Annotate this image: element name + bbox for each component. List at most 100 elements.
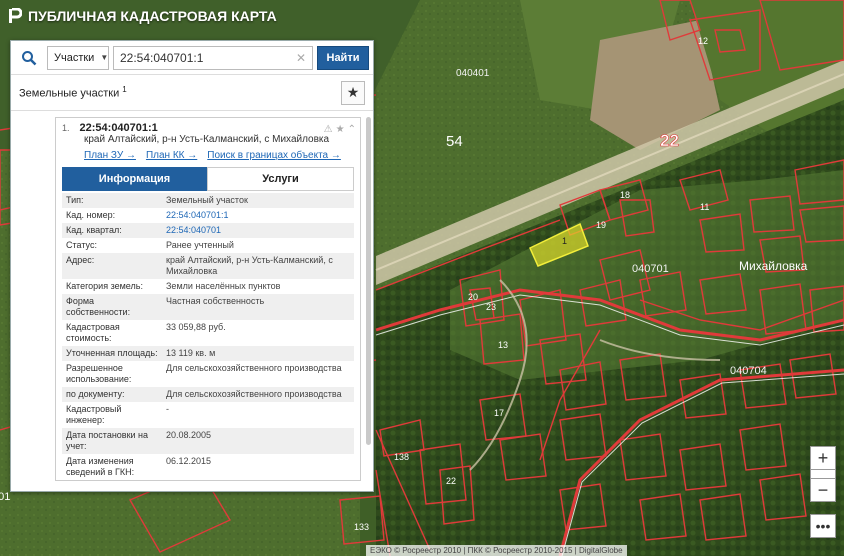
rosreestr-logo-icon (9, 8, 22, 23)
search-icon (22, 50, 37, 65)
attr-value: Для сельскохозяйственного производства (162, 387, 354, 402)
results-list: 1. 22:54:040701:1 ⚠ ★ ⌃ край Алтайский, … (11, 113, 373, 491)
result-address: край Алтайский, р-н Усть-Калманский, с М… (84, 134, 330, 145)
map-label-lot: 133 (354, 522, 369, 532)
attr-value: край Алтайский, р-н Усть-Калманский, с М… (162, 253, 354, 279)
result-actions: ⚠ ★ ⌃ (324, 124, 356, 135)
search-type-select[interactable]: Участки ▼ (47, 45, 109, 70)
chevron-down-icon: ▼ (100, 53, 109, 62)
zoom-out-button[interactable]: − (810, 478, 836, 502)
map-label-lot: 138 (394, 452, 409, 462)
attr-value: Частная собственность (162, 294, 354, 320)
app-header: ПУБЛИЧНАЯ КАДАСТРОВАЯ КАРТА (8, 8, 277, 24)
attr-key: по документу: (62, 387, 162, 402)
attr-key: Форма собственности: (62, 294, 162, 320)
attr-key: Статус: (66, 240, 97, 250)
plan-kk-link[interactable]: План КК → (146, 150, 197, 161)
find-button[interactable]: Найти (317, 45, 369, 70)
map-label-lot: 17 (494, 408, 504, 418)
result-tabs: Информация Услуги (62, 167, 354, 191)
star-icon[interactable]: ★ (336, 124, 345, 135)
table-row: Кад. номер: 22:54:040701:1 (62, 208, 354, 223)
attr-value: Для сельскохозяйственного производства (166, 363, 342, 373)
attr-value: Земельный участок (162, 193, 354, 208)
result-links: План ЗУ → План КК → Поиск в границах объ… (84, 150, 354, 161)
table-row: Уточненная площадь: 13 119 кв. м (62, 346, 354, 361)
tab-info[interactable]: Информация (62, 167, 207, 191)
attr-value: Ранее учтенный (166, 240, 234, 250)
table-row: Дата постановки на учет: 20.08.2005 (62, 428, 354, 454)
attr-value: Земли населённых пунктов (166, 281, 281, 291)
attr-key: Дата постановки на учет: (62, 428, 162, 454)
more-button[interactable]: ••• (810, 514, 836, 538)
table-row: Дата изменения сведений в ГКН: 06.12.2015 (62, 454, 354, 480)
attr-value: 33 059,88 руб. (166, 322, 226, 332)
attributes-table: Тип: Земельный участок Кад. номер: 22:54:0… (62, 193, 354, 480)
map-label-quarter: 040701 (632, 263, 669, 275)
warning-icon[interactable]: ⚠ (324, 124, 333, 135)
map-label-lot: 19 (596, 220, 606, 230)
table-row: по документу: Для сельскохозяйственного п… (62, 387, 354, 402)
tab-services[interactable]: Услуги (207, 167, 354, 191)
attr-value: 20.08.2005 (162, 428, 354, 454)
map-copyright: ЕЭКО © Росреестр 2010 | ПКК © Росреестр … (366, 545, 627, 556)
attr-value-link[interactable]: 22:54:040701 (162, 223, 354, 238)
table-row: Тип: Земельный участок (62, 193, 354, 208)
attr-key: Дата изменения сведений в ГКН: (66, 456, 135, 477)
attr-value: 06.12.2015 (166, 456, 212, 466)
chevron-up-icon[interactable]: ⌃ (348, 124, 356, 135)
map-label-lot: 11 (700, 202, 709, 212)
star-icon: ★ (346, 84, 360, 100)
zoom-control: + − (810, 446, 836, 502)
attr-value-link[interactable]: 22:54:040701:1 (162, 208, 354, 223)
search-in-bounds-link[interactable]: Поиск в границах объекта → (207, 150, 341, 161)
map-label-lot: 23 (486, 302, 496, 312)
search-toggle-button[interactable] (15, 44, 43, 72)
attr-key: Уточненная площадь: (62, 346, 162, 361)
attr-key: Кадастровая стоимость: (66, 322, 120, 343)
table-row: Кадастровый инженер: - (62, 402, 354, 428)
result-card[interactable]: 1. 22:54:040701:1 ⚠ ★ ⌃ край Алтайский, … (55, 117, 361, 481)
search-type-value: Участки (54, 51, 95, 64)
results-title-text: Земельные участки (19, 87, 120, 100)
results-scrollbar[interactable] (366, 117, 371, 445)
results-title: Земельные участки 1 (19, 85, 127, 100)
map-label-lot: 1 (562, 236, 567, 246)
map-label-quarter: 040704 (730, 365, 767, 377)
plan-zu-link[interactable]: План ЗУ → (84, 150, 136, 161)
zoom-in-button[interactable]: + (810, 446, 836, 470)
favorites-button[interactable]: ★ (341, 80, 365, 105)
search-input-value: 22:54:040701:1 (120, 50, 204, 65)
results-count: 1 (122, 85, 127, 95)
result-index: 1. (62, 123, 70, 133)
map-label-village: Михайловка (739, 259, 808, 273)
attr-key: Адрес: (62, 253, 162, 279)
close-icon[interactable]: ✕ (296, 51, 306, 65)
table-row: Кадастровая стоимость: 33 059,88 руб. (62, 320, 354, 346)
map-label-lot: 101 (0, 491, 10, 503)
table-row: Адрес: край Алтайский, р-н Усть-Калмански… (62, 253, 354, 279)
attr-key: Кад. номер: (66, 210, 116, 220)
table-row: Кад. квартал: 22:54:040701 (62, 223, 354, 238)
map-label-54: 54 (446, 133, 463, 150)
attr-key: Разрешенное использование: (66, 363, 132, 384)
attr-key: Кадастровый инженер: (66, 404, 122, 425)
map-label-lot: 20 (468, 292, 478, 302)
attr-key: Кад. квартал: (62, 223, 162, 238)
table-row: Категория земель: Земли населённых пункто… (62, 279, 354, 294)
search-bar: Участки ▼ 22:54:040701:1 ✕ Найти (11, 41, 373, 75)
attr-key: Категория земель: (66, 281, 143, 291)
map-label-quarter: 040401 (456, 68, 490, 79)
results-header: Земельные участки 1 ★ (11, 75, 373, 111)
zoom-divider (810, 470, 836, 478)
result-cad-number: 22:54:040701:1 (79, 122, 158, 134)
search-input[interactable]: 22:54:040701:1 ✕ (113, 45, 313, 70)
app-title: ПУБЛИЧНАЯ КАДАСТРОВАЯ КАРТА (28, 8, 277, 24)
table-row: Разрешенное использование: Для сельскохоз… (62, 361, 354, 387)
attr-value: - (166, 404, 169, 414)
map-label-lot: 12 (698, 36, 708, 46)
map-label-lot: 13 (498, 340, 508, 350)
table-row: Статус: Ранее учтенный (62, 238, 354, 253)
attr-key: Тип: (62, 193, 162, 208)
table-row: Форма собственности: Частная собственност… (62, 294, 354, 320)
